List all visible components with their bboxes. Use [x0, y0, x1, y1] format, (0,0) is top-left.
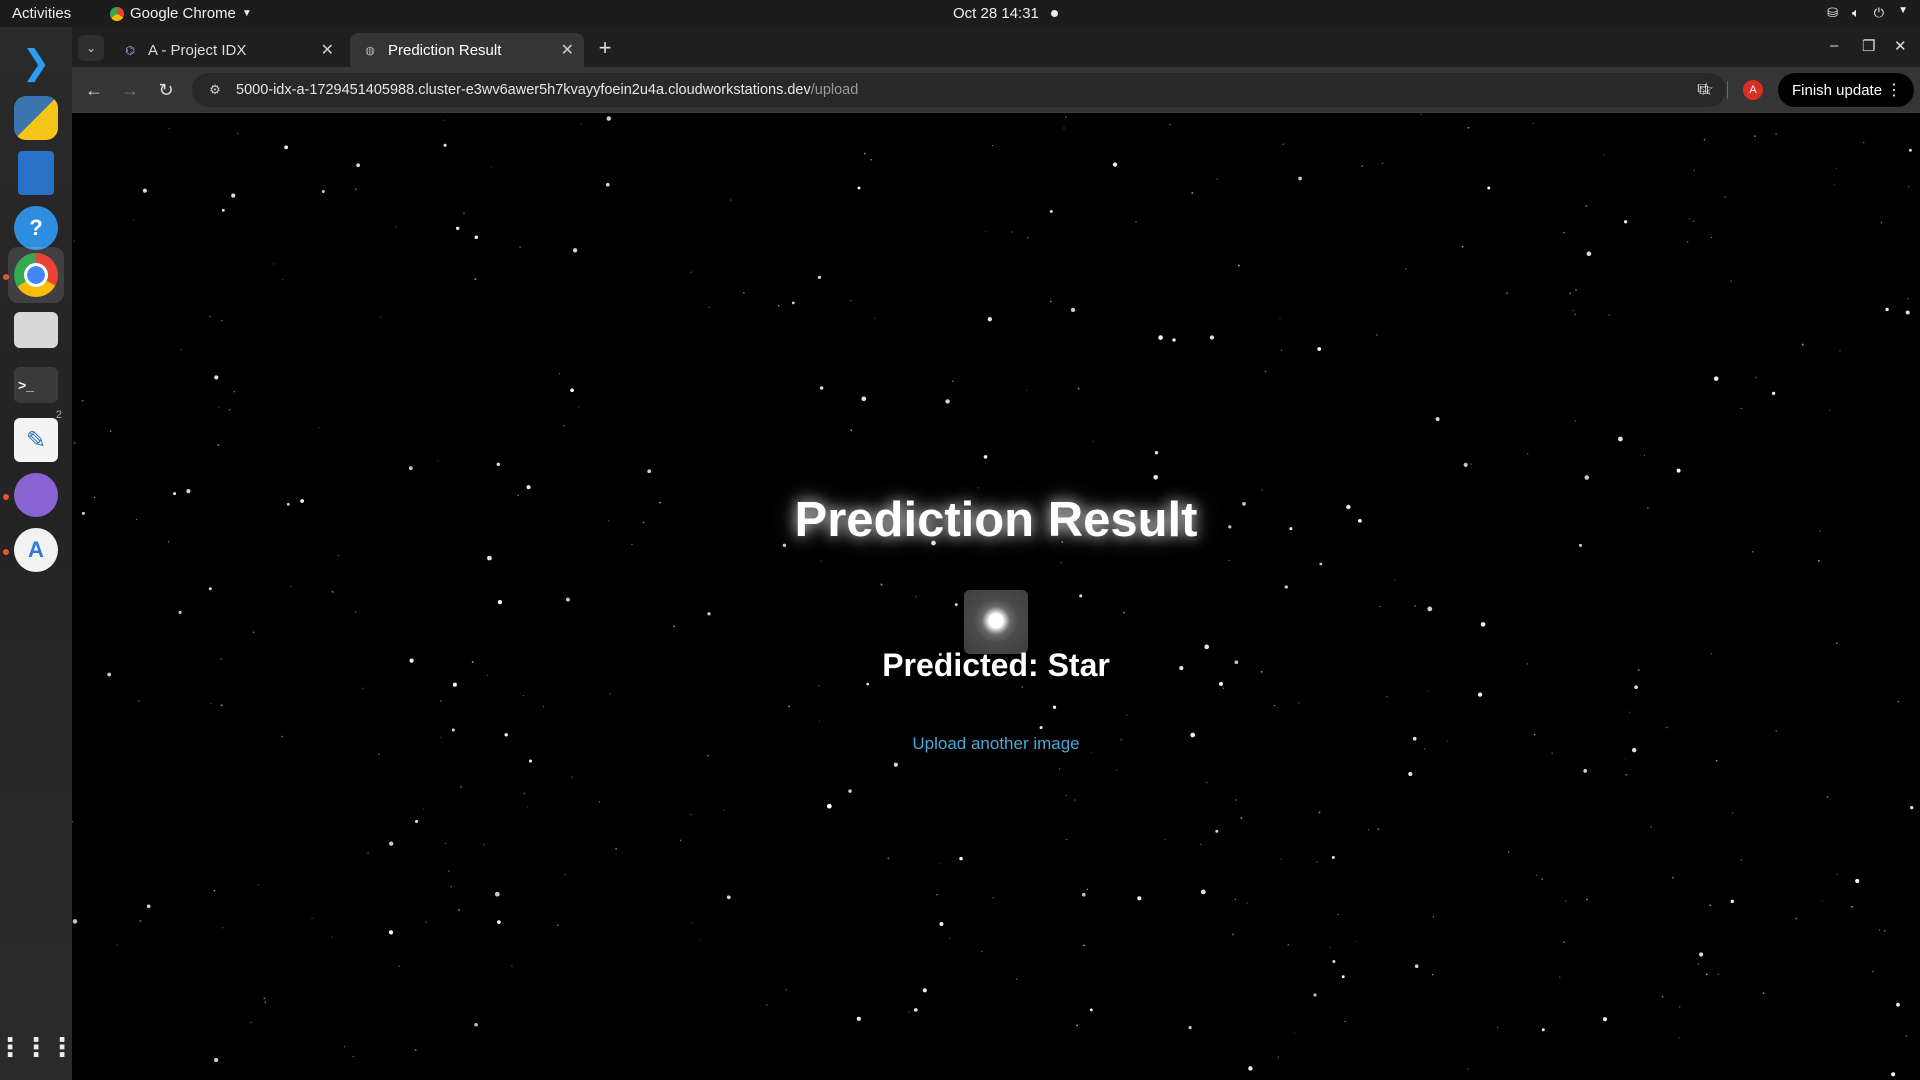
chevron-down-icon: ▼ — [241, 8, 252, 19]
system-top-bar: Activities Google Chrome ▼ Oct 28 14:31 … — [0, 0, 1920, 27]
activities-button[interactable]: Activities — [12, 5, 71, 22]
volume-icon: 🔈︎ — [1851, 5, 1860, 20]
dock-item-chrome[interactable] — [8, 247, 64, 303]
tab-project-idx[interactable]: ⌬ A - Project IDX ✕ — [110, 33, 344, 67]
network-app-icon — [14, 473, 58, 517]
toolbar-divider — [1727, 81, 1728, 99]
notification-dot-icon — [1051, 10, 1058, 17]
reload-icon: ↻ — [158, 79, 174, 100]
network-icon: ⛁ — [1827, 5, 1838, 20]
close-window-button[interactable]: ✕ — [1894, 37, 1907, 55]
tab-prediction-result[interactable]: ◍ Prediction Result ✕ — [350, 33, 584, 67]
dock-item-python[interactable] — [8, 90, 64, 146]
url-host: 5000-idx-a-1729451405988.cluster-e3wv6aw… — [236, 82, 811, 98]
profile-avatar[interactable]: A — [1743, 80, 1763, 100]
close-tab-icon[interactable]: ✕ — [321, 40, 334, 60]
page-viewport: Prediction Result Predicted: Star Upload… — [72, 114, 1920, 1080]
finish-update-button[interactable]: Finish update ⋮ — [1778, 73, 1915, 107]
terminal-icon: >_ — [14, 367, 58, 403]
idx-favicon-icon: ⌬ — [125, 44, 135, 57]
chrome-icon — [14, 253, 58, 297]
url-path: /upload — [810, 82, 859, 98]
uploaded-image-thumbnail — [964, 590, 1028, 654]
app-menu[interactable]: Google Chrome ▼ — [110, 5, 252, 22]
upload-another-image-link[interactable]: Upload another image — [72, 734, 1920, 754]
document-viewer-icon — [18, 151, 54, 195]
dock-item-text-editor[interactable]: ✎ — [8, 412, 64, 468]
globe-favicon-icon: ◍ — [365, 44, 375, 57]
arrow-right-icon: → — [121, 79, 139, 100]
chrome-small-icon — [110, 6, 124, 21]
page-content: Prediction Result Predicted: Star Upload… — [72, 114, 1920, 1080]
app-menu-label: Google Chrome — [130, 5, 236, 22]
system-tray[interactable]: ⛁ 🔈︎ ⏻ ▼ — [1827, 5, 1908, 21]
tab-search-button[interactable]: ⌄ — [78, 35, 104, 61]
text-editor-icon: ✎ — [14, 418, 58, 462]
arrow-left-icon: ← — [85, 79, 103, 100]
app-store-icon: A — [14, 528, 58, 572]
reload-button[interactable]: ↻ — [154, 78, 178, 102]
help-icon: ? — [14, 206, 58, 250]
chevron-down-icon: ⌄ — [85, 41, 97, 55]
finish-update-label: Finish update — [1792, 81, 1883, 99]
dock-item-files[interactable] — [8, 302, 64, 358]
files-icon — [14, 312, 58, 348]
plus-icon: + — [598, 35, 612, 60]
extensions-icon[interactable]: ⧉ — [1692, 79, 1714, 101]
more-options-icon: ⋮ — [1886, 82, 1903, 99]
tab-strip: ⌄ ⌬ A - Project IDX ✕ ◍ Prediction Resul… — [72, 27, 1920, 67]
dock-item-document-viewer[interactable] — [8, 145, 64, 201]
clock[interactable]: Oct 28 14:31 — [953, 5, 1039, 22]
address-bar[interactable]: ⚙ 5000-idx-a-1729451405988.cluster-e3wv6… — [192, 73, 1726, 107]
chevron-down-icon: ▼ — [1898, 5, 1908, 16]
dock-item-network-app[interactable] — [8, 467, 64, 523]
show-apps-icon: ⋮⋮⋮ — [0, 1031, 75, 1062]
maximize-window-button[interactable]: ❐ — [1862, 37, 1875, 55]
new-tab-button[interactable]: + — [592, 35, 618, 61]
page-title: Prediction Result — [794, 493, 1198, 547]
dock-item-vscode[interactable]: ❯ — [8, 35, 64, 91]
back-button[interactable]: ← — [82, 78, 106, 102]
power-icon: ⏻ — [1873, 5, 1885, 20]
tab-title: A - Project IDX — [148, 41, 247, 59]
dock: ❯ ? >_ 2 ✎ A ⋮⋮⋮ — [0, 27, 75, 1080]
dock-item-terminal[interactable]: >_ 2 — [8, 357, 64, 421]
browser-toolbar: ← → ↻ ⚙ 5000-idx-a-1729451405988.cluster… — [72, 67, 1920, 113]
tab-title: Prediction Result — [388, 41, 502, 59]
site-info-icon[interactable]: ⚙ — [206, 81, 224, 99]
forward-button[interactable]: → — [118, 78, 142, 102]
close-tab-icon[interactable]: ✕ — [561, 40, 574, 60]
prediction-label: Predicted: Star — [882, 647, 1110, 683]
minimize-window-button[interactable]: – — [1830, 37, 1838, 54]
show-apps-button[interactable]: ⋮⋮⋮ — [0, 1019, 75, 1075]
url-text[interactable]: 5000-idx-a-1729451405988.cluster-e3wv6aw… — [236, 82, 858, 98]
python-icon — [14, 96, 58, 140]
browser-window: ⌄ ⌬ A - Project IDX ✕ ◍ Prediction Resul… — [72, 27, 1920, 1080]
vscode-icon: ❯ — [21, 44, 51, 82]
dock-item-app-store[interactable]: A — [8, 522, 64, 578]
